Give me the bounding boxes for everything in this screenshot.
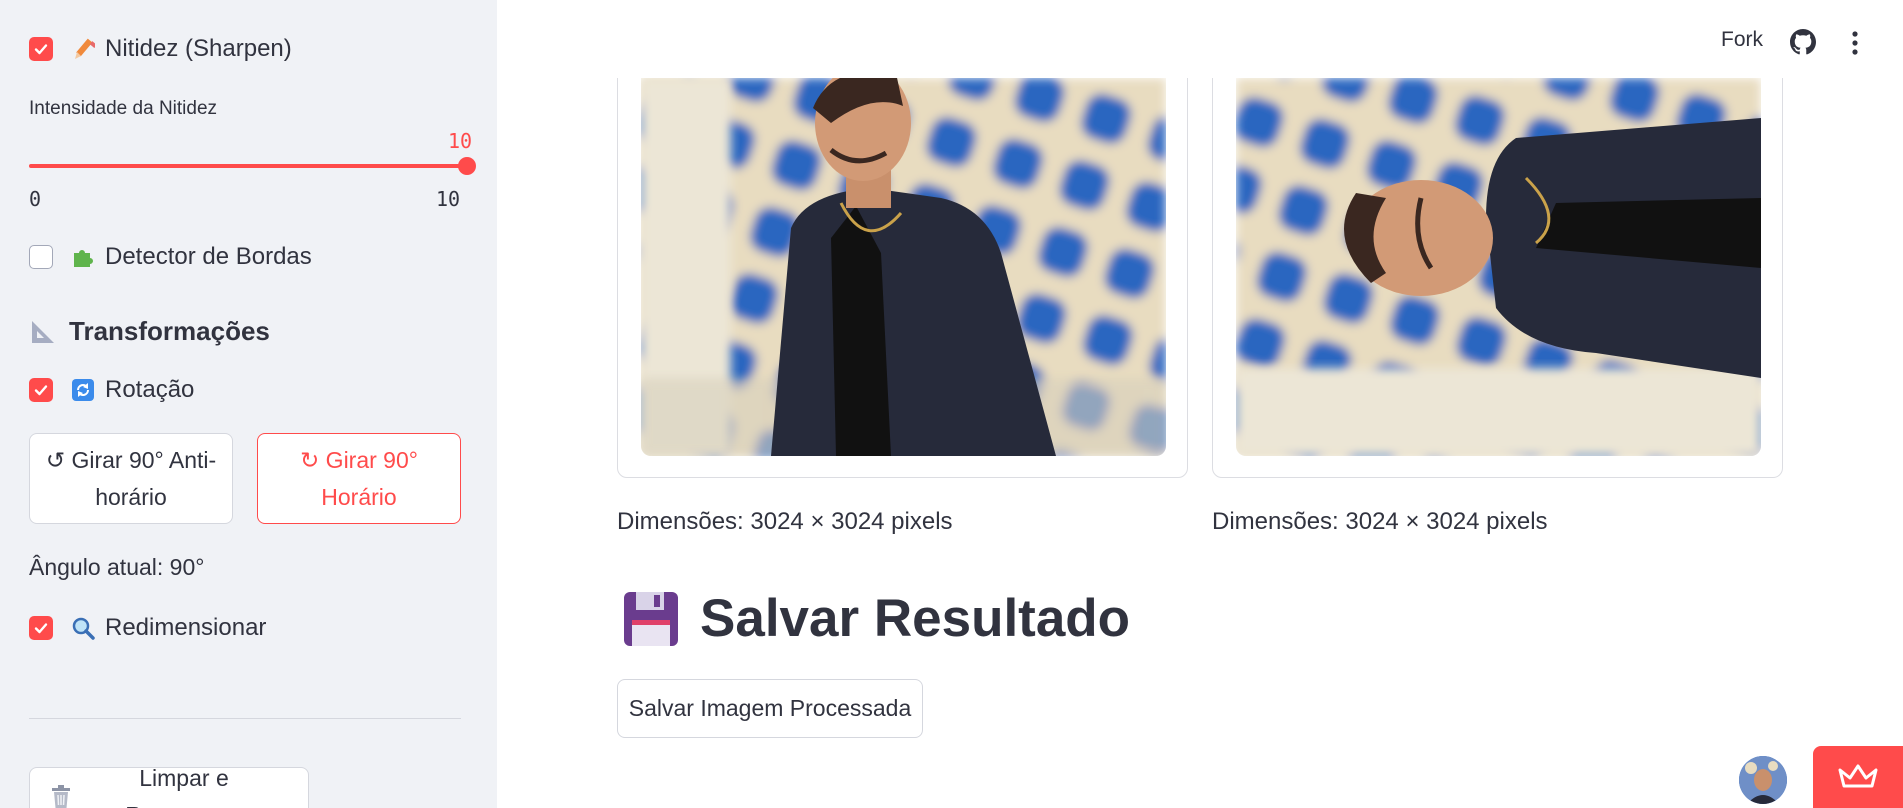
rotate-cw-label: ↻ Girar 90° Horário <box>300 446 418 510</box>
transformations-title: Transformações <box>69 316 270 346</box>
rotation-checkbox[interactable]: Rotação <box>29 375 194 405</box>
reset-button[interactable]: Limpar e Recomeçar <box>29 765 309 808</box>
slider-thumb[interactable] <box>458 157 476 175</box>
resize-label: Redimensionar <box>105 614 267 641</box>
save-result-title: Salvar Resultado <box>700 589 1131 648</box>
original-photo <box>641 78 1166 456</box>
github-icon[interactable] <box>1790 29 1816 60</box>
edges-checkbox[interactable]: Detector de Bordas <box>29 242 312 272</box>
checkbox-checked-icon <box>29 378 53 402</box>
pencil-icon <box>71 37 95 61</box>
trash-icon <box>50 785 72 808</box>
sharpen-checkbox[interactable]: Nitidez (Sharpen) <box>29 34 292 64</box>
slider-track <box>29 164 467 168</box>
processed-photo <box>1236 78 1761 456</box>
current-angle-text: Ângulo atual: 90° <box>29 554 205 580</box>
puzzle-icon <box>71 245 95 269</box>
rotate-icon <box>71 378 95 402</box>
user-avatar[interactable] <box>1739 756 1787 804</box>
processed-dimensions: Dimensões: 3024 × 3024 pixels <box>1212 508 1548 535</box>
slider-max-label: 10 <box>436 187 461 211</box>
checkbox-checked-icon <box>29 616 53 640</box>
floppy-disk-icon <box>622 590 680 648</box>
reset-label: Limpar e Recomeçar <box>125 765 243 808</box>
sidebar-divider <box>29 718 461 719</box>
transformations-heading: Transformações <box>29 316 270 347</box>
save-result-heading: Salvar Resultado <box>622 588 1130 649</box>
magnifier-icon <box>71 616 95 640</box>
edges-label: Detector de Bordas <box>105 243 312 270</box>
sidebar: Nitidez (Sharpen) Intensidade da Nitidez… <box>0 0 497 808</box>
checkbox-checked-icon <box>29 37 53 61</box>
sharpen-label: Nitidez (Sharpen) <box>105 35 292 62</box>
rotation-label: Rotação <box>105 376 195 403</box>
streamlit-badge[interactable] <box>1813 746 1903 808</box>
slider-current-value: 10 <box>448 129 473 153</box>
checkbox-unchecked-icon <box>29 245 53 269</box>
partial-checkbox-row <box>29 0 229 2</box>
rotate-ccw-button[interactable]: ↺ Girar 90° Anti-horário <box>29 433 233 524</box>
original-dimensions: Dimensões: 3024 × 3024 pixels <box>617 508 953 535</box>
sharpen-slider-label: Intensidade da Nitidez <box>29 98 218 119</box>
resize-checkbox[interactable]: Redimensionar <box>29 613 266 643</box>
more-menu-icon[interactable] <box>1850 30 1860 56</box>
save-image-button[interactable]: Salvar Imagem Processada <box>617 679 923 738</box>
rotate-cw-button[interactable]: ↻ Girar 90° Horário <box>257 433 461 524</box>
slider-min-label: 0 <box>29 187 42 211</box>
triangle-ruler-icon <box>29 318 57 346</box>
sharpen-slider[interactable] <box>29 156 476 176</box>
fork-link[interactable]: Fork <box>1721 28 1763 52</box>
rotate-ccw-label: ↺ Girar 90° Anti-horário <box>45 446 217 510</box>
crown-icon <box>1838 764 1878 790</box>
app-header <box>497 0 1903 78</box>
save-image-label: Salvar Imagem Processada <box>628 695 912 721</box>
